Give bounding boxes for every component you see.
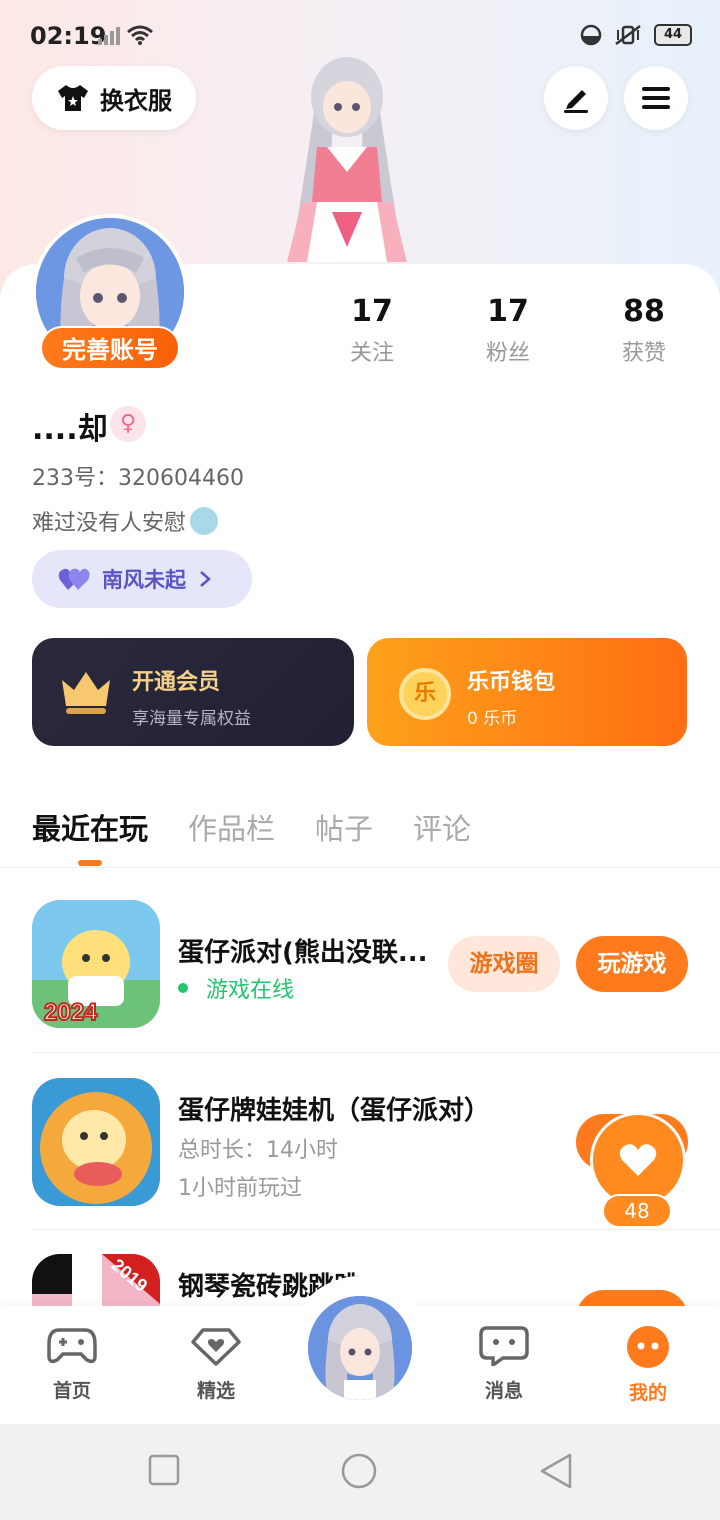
chevron-right-icon — [200, 571, 211, 587]
online-status-text: 游戏在线 — [206, 978, 295, 1003]
wifi-icon — [127, 25, 153, 45]
game-icon-art — [32, 1078, 160, 1206]
home-icon[interactable] — [340, 1452, 378, 1490]
avatar-portrait — [308, 1296, 412, 1400]
nav-me-label: 我的 — [628, 1382, 667, 1404]
sad-emoji-icon — [190, 507, 219, 535]
wallet-title: 乐币钱包 — [467, 670, 556, 695]
followers-count: 17 — [487, 294, 529, 329]
nav-messages-label: 消息 — [484, 1380, 523, 1402]
chat-icon — [479, 1326, 529, 1369]
profile-tabs: 最近在玩 作品栏 帖子 评论 — [0, 800, 720, 868]
like-count-badge: 48 — [602, 1194, 672, 1228]
tab-works[interactable]: 作品栏 — [188, 806, 275, 848]
tab-comments[interactable]: 评论 — [413, 806, 471, 848]
change-outfit-label: 换衣服 — [100, 86, 172, 115]
avatar-character-illustration — [287, 57, 407, 262]
following-label: 关注 — [349, 341, 394, 366]
likes-count: 88 — [623, 294, 665, 329]
hamburger-menu-icon — [642, 87, 670, 109]
pen-icon — [564, 90, 588, 113]
game-name: 蛋仔牌娃娃机（蛋仔派对） — [178, 1096, 491, 1126]
vip-membership-card[interactable]: 开通会员 享海量专属权益 — [32, 638, 354, 746]
do-not-disturb-icon — [580, 24, 602, 46]
system-navigation-bar — [0, 1424, 720, 1520]
edit-profile-button[interactable] — [544, 66, 608, 130]
followers-stat[interactable]: 17 粉丝 — [448, 294, 568, 367]
female-gender-icon: ♀ — [110, 406, 146, 442]
vibrate-mute-icon — [615, 25, 641, 45]
crown-icon — [62, 672, 110, 714]
nav-home[interactable]: 首页 — [27, 1326, 117, 1403]
battery-indicator: 44 — [654, 24, 692, 46]
game-icon-claw-machine[interactable] — [32, 1078, 160, 1206]
gamepad-icon — [47, 1328, 97, 1364]
user-bio: 难过没有人安慰 — [32, 505, 219, 537]
coin-wallet-card[interactable]: 乐 乐币钱包 0 乐币 — [367, 638, 687, 746]
guild-badge-button[interactable]: 南风未起 — [32, 550, 252, 608]
likes-label: 获赞 — [621, 341, 666, 366]
cell-signal-icon — [98, 25, 120, 45]
complete-account-button[interactable]: 完善账号 — [40, 326, 180, 370]
vip-subtitle: 享海量专属权益 — [132, 709, 251, 729]
nav-featured-label: 精选 — [196, 1380, 235, 1402]
following-stat[interactable]: 17 关注 — [312, 294, 432, 367]
change-outfit-button[interactable]: 换衣服 — [32, 66, 196, 130]
heart-icon — [619, 1144, 657, 1176]
game-icon-art: 2024 — [32, 900, 160, 1028]
recent-apps-icon[interactable] — [148, 1454, 180, 1486]
row-divider — [32, 1229, 720, 1230]
game-last-played: 1小时前玩过 — [178, 1176, 302, 1201]
back-icon[interactable] — [538, 1452, 574, 1490]
status-right-icons: 44 — [580, 24, 692, 46]
double-heart-icon — [58, 568, 90, 590]
heart-diamond-icon — [191, 1328, 241, 1366]
center-avatar-button[interactable] — [304, 1292, 416, 1404]
nav-featured[interactable]: 精选 — [171, 1326, 261, 1403]
username: ....却 — [32, 412, 108, 447]
menu-button[interactable] — [624, 66, 688, 130]
guild-name: 南风未起 — [102, 568, 186, 592]
tab-posts[interactable]: 帖子 — [315, 806, 373, 848]
likes-stat[interactable]: 88 获赞 — [584, 294, 704, 367]
bio-text: 难过没有人安慰 — [32, 511, 187, 536]
game-name: 蛋仔派对(熊出没联... — [178, 938, 428, 968]
online-dot-icon — [178, 983, 188, 993]
shirt-icon — [58, 85, 88, 111]
game-circle-button[interactable]: 游戏圈 — [448, 936, 560, 992]
nav-messages[interactable]: 消息 — [459, 1326, 549, 1403]
face-icon — [627, 1326, 669, 1368]
followers-label: 粉丝 — [485, 341, 530, 366]
game-badge-text: 2024 — [44, 999, 98, 1026]
row-divider — [32, 1052, 720, 1053]
game-icon-eggy-party[interactable]: 2024 — [32, 900, 160, 1028]
tab-active-indicator — [78, 860, 102, 866]
online-status: 游戏在线 — [178, 972, 294, 1004]
game-total-duration: 总时长：14小时 — [178, 1138, 338, 1163]
status-time: 02:19 — [30, 22, 107, 50]
status-signal-icons — [98, 24, 154, 46]
vip-title: 开通会员 — [132, 670, 221, 695]
wallet-balance: 0 乐币 — [467, 709, 518, 729]
nav-me[interactable]: 我的 — [603, 1326, 693, 1405]
tab-recently-played[interactable]: 最近在玩 — [32, 806, 148, 848]
coin-icon: 乐 — [399, 668, 451, 720]
user-id: 233号：320604460 — [32, 466, 244, 491]
play-game-button[interactable]: 玩游戏 — [576, 936, 688, 992]
following-count: 17 — [351, 294, 393, 329]
nav-home-label: 首页 — [52, 1380, 91, 1402]
